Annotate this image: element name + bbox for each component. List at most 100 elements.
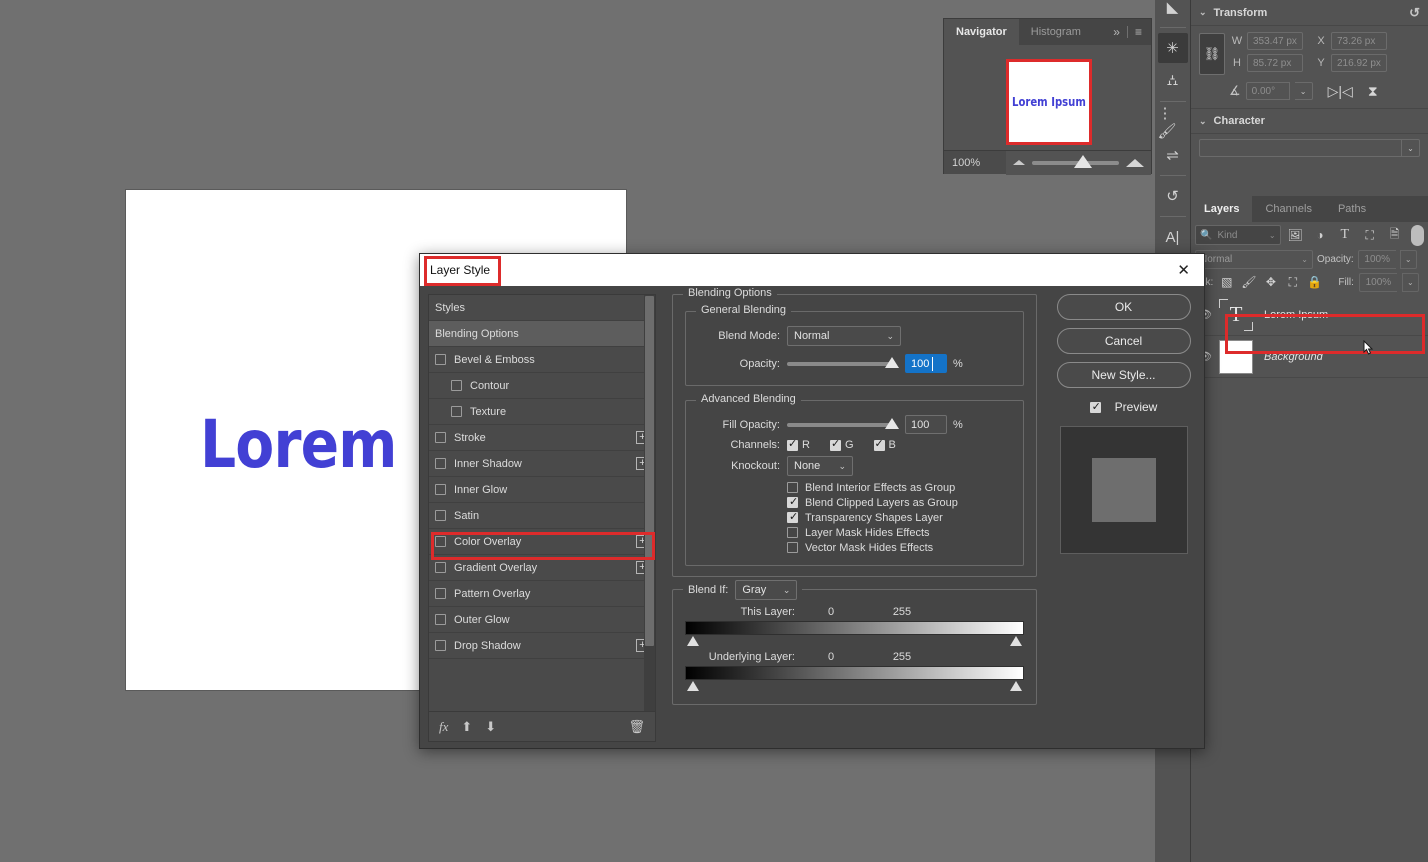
style-checkbox[interactable] xyxy=(435,354,446,365)
channel-g[interactable]: G xyxy=(829,437,854,451)
style-checkbox[interactable] xyxy=(435,640,446,651)
height-field[interactable]: 85.72 px xyxy=(1247,54,1303,72)
slider-track[interactable] xyxy=(787,422,893,427)
cancel-button[interactable]: Cancel xyxy=(1056,328,1191,354)
chevron-down-icon[interactable]: ⌄ xyxy=(1199,116,1207,127)
transform-panel-header[interactable]: ⌄ Transform ↺ xyxy=(1191,0,1428,26)
layer-fill-dropdown-icon[interactable]: ⌄ xyxy=(1401,272,1419,292)
chevron-down-icon[interactable]: ⌄ xyxy=(876,331,894,342)
style-checkbox[interactable] xyxy=(435,510,446,521)
tab-histogram[interactable]: Histogram xyxy=(1019,19,1093,45)
chevron-down-icon[interactable]: ⌄ xyxy=(1301,255,1308,264)
style-checkbox[interactable] xyxy=(435,458,446,469)
style-item-gradient-overlay[interactable]: Gradient Overlay + xyxy=(429,555,655,581)
lock-artboard-icon[interactable]: ⛶ xyxy=(1284,275,1301,290)
checkbox-layer-mask-hides-effects[interactable]: Layer Mask Hides Effects xyxy=(787,525,1013,540)
blend-mode-select[interactable]: Normal ⌄ xyxy=(787,326,901,346)
style-checkbox[interactable] xyxy=(435,562,446,573)
fill-opacity-slider[interactable] xyxy=(787,417,899,432)
snowflake-icon[interactable]: ✳ xyxy=(1157,33,1188,63)
navigator-thumbnail[interactable]: Lorem Ipsum xyxy=(1006,59,1092,145)
brush-list-icon[interactable]: ⋮🖌 xyxy=(1158,105,1188,140)
underlying-white-stop[interactable] xyxy=(1010,681,1022,691)
font-family-field[interactable] xyxy=(1199,139,1402,157)
shape-filter-icon[interactable]: ⛶ xyxy=(1359,225,1380,245)
link-aspect-ratio-button[interactable]: ⛓ xyxy=(1199,33,1225,75)
zoom-knob[interactable] xyxy=(1073,154,1092,168)
navigator-preview-area[interactable]: Lorem Ipsum xyxy=(944,45,1151,150)
channel-b-checkbox[interactable] xyxy=(873,437,885,451)
layer-opacity-field[interactable]: 100% xyxy=(1357,249,1396,269)
text-layer-thumbnail[interactable]: T xyxy=(1219,298,1253,332)
fx-icon[interactable]: fx xyxy=(439,719,448,735)
fill-opacity-input[interactable]: 100 xyxy=(905,415,947,434)
checkbox[interactable] xyxy=(787,495,798,508)
channel-r[interactable]: R xyxy=(787,437,810,451)
style-item-inner-shadow[interactable]: Inner Shadow + xyxy=(429,451,655,477)
move-down-icon[interactable]: ⬇ xyxy=(485,719,496,735)
layer-name[interactable]: Lorem Ipsum xyxy=(1264,309,1328,321)
tab-channels[interactable]: Channels xyxy=(1252,196,1324,222)
image-filter-icon[interactable]: 🖼 xyxy=(1285,225,1306,245)
checkbox-vector-mask-hides-effects[interactable]: Vector Mask Hides Effects xyxy=(787,540,1013,555)
this-layer-black-stop[interactable] xyxy=(687,636,699,646)
chevron-down-icon[interactable]: ⌄ xyxy=(773,585,791,596)
move-up-icon[interactable]: ⬆ xyxy=(461,719,472,735)
angle-dropdown-icon[interactable]: ⌄ xyxy=(1294,82,1313,100)
opacity-input[interactable]: 100 xyxy=(905,354,947,373)
style-item-color-overlay[interactable]: Color Overlay + xyxy=(429,529,655,555)
style-item-outer-glow[interactable]: Outer Glow xyxy=(429,607,655,633)
chevron-down-icon[interactable]: ⌄ xyxy=(1269,231,1276,240)
lock-transparency-icon[interactable]: ▧ xyxy=(1218,275,1235,289)
history-icon[interactable]: ↺ xyxy=(1158,181,1188,211)
y-field[interactable]: 216.92 px xyxy=(1331,54,1387,72)
layer-name[interactable]: Background xyxy=(1264,351,1323,363)
flip-horizontal-icon[interactable]: ▷|◁ xyxy=(1328,83,1353,100)
type-filter-icon[interactable]: T xyxy=(1334,225,1355,245)
lock-all-icon[interactable]: 🔒 xyxy=(1306,275,1323,289)
lock-position-icon[interactable]: ✥ xyxy=(1262,275,1279,289)
reset-icon[interactable]: ↺ xyxy=(1409,5,1420,21)
preview-checkbox[interactable] xyxy=(1089,400,1101,413)
style-checkbox[interactable] xyxy=(451,406,462,417)
checkbox[interactable] xyxy=(787,542,798,553)
close-icon[interactable]: ✕ xyxy=(1173,263,1194,278)
slider-knob[interactable] xyxy=(885,356,899,368)
zoom-track[interactable] xyxy=(1032,154,1119,168)
layer-opacity-dropdown-icon[interactable]: ⌄ xyxy=(1399,249,1417,269)
checkbox[interactable] xyxy=(787,527,798,538)
tab-navigator[interactable]: Navigator xyxy=(944,19,1019,45)
tab-paths[interactable]: Paths xyxy=(1325,196,1379,222)
scrollbar-thumb[interactable] xyxy=(645,296,654,646)
style-item-satin[interactable]: Satin xyxy=(429,503,655,529)
layer-fill-field[interactable]: 100% xyxy=(1358,272,1397,292)
opacity-slider[interactable] xyxy=(787,356,899,371)
slider-track[interactable] xyxy=(787,361,893,366)
lock-image-icon[interactable]: 🖌 xyxy=(1240,275,1257,289)
character-panel-header[interactable]: ⌄ Character xyxy=(1191,108,1428,134)
style-checkbox[interactable] xyxy=(435,484,446,495)
brush-preset-icon[interactable]: ◣ xyxy=(1158,0,1188,22)
tab-layers[interactable]: Layers xyxy=(1191,196,1253,222)
knockout-select[interactable]: None ⌄ xyxy=(787,456,853,476)
channel-b[interactable]: B xyxy=(873,437,896,451)
style-checkbox[interactable] xyxy=(435,432,446,443)
checkbox-blend-interior-effects[interactable]: Blend Interior Effects as Group xyxy=(787,480,1013,495)
ok-button[interactable]: OK xyxy=(1056,294,1191,320)
style-item-pattern-overlay[interactable]: Pattern Overlay xyxy=(429,581,655,607)
flip-vertical-icon[interactable]: ⧗ xyxy=(1368,83,1378,100)
checkbox[interactable] xyxy=(787,482,798,493)
underlying-layer-gradient[interactable] xyxy=(685,666,1024,680)
adjustment-filter-icon[interactable]: ◑ xyxy=(1310,225,1331,245)
table-row[interactable]: 👁 Background xyxy=(1191,336,1428,378)
filter-kind-select[interactable]: 🔍 Kind ⌄ xyxy=(1195,225,1281,245)
table-row[interactable]: 👁 T Lorem Ipsum xyxy=(1191,294,1428,336)
x-field[interactable]: 73.26 px xyxy=(1331,32,1387,50)
style-checkbox[interactable] xyxy=(435,614,446,625)
chevron-down-icon[interactable]: ⌄ xyxy=(1199,7,1207,18)
style-item-texture[interactable]: Texture xyxy=(429,399,655,425)
style-item-contour[interactable]: Contour xyxy=(429,373,655,399)
navigator-zoom-value[interactable]: 100% xyxy=(944,157,1006,169)
style-checkbox[interactable] xyxy=(435,536,446,547)
styles-scrollbar[interactable] xyxy=(644,295,655,711)
